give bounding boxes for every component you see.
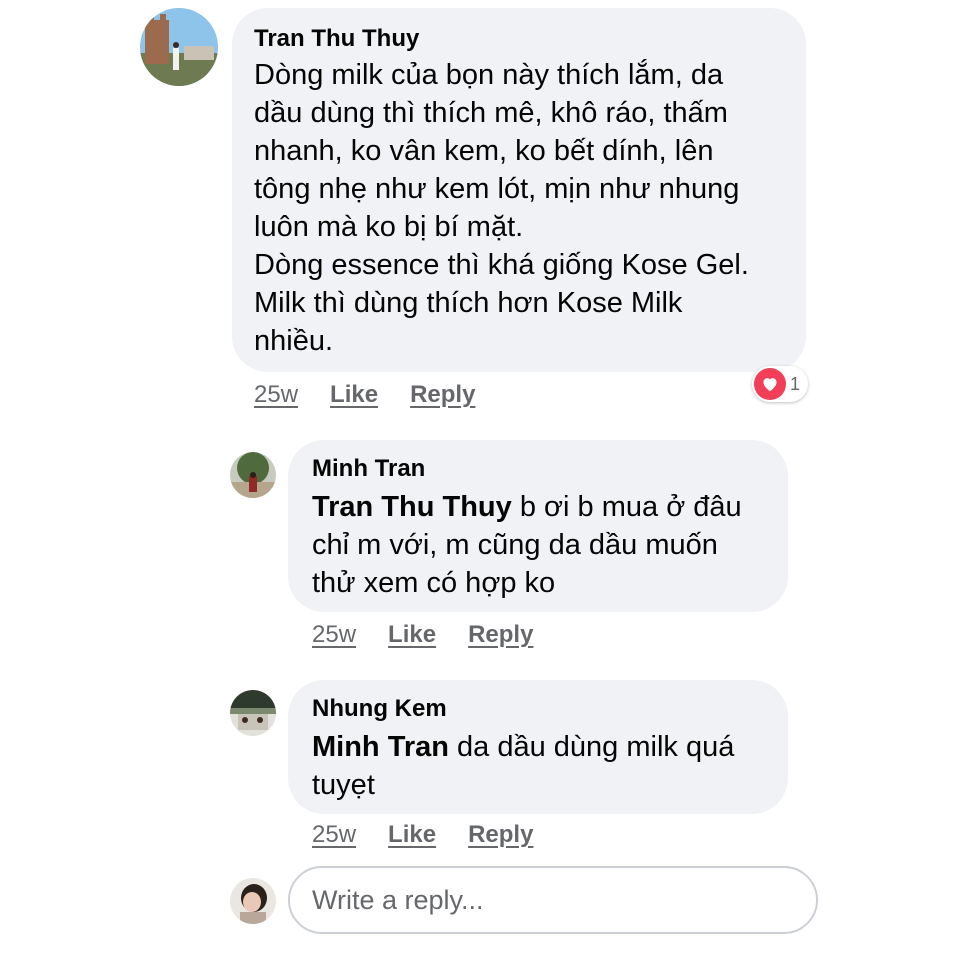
avatar-minh-tran[interactable] — [230, 452, 276, 498]
avatar-photo — [140, 8, 218, 86]
comment-author[interactable]: Tran Thu Thuy — [254, 24, 784, 54]
heart-icon — [754, 368, 786, 400]
avatar-photo — [230, 878, 276, 924]
comment-meta-3: 25w Like Reply — [312, 820, 533, 850]
comment-timestamp[interactable]: 25w — [254, 380, 298, 410]
mention-link[interactable]: Tran Thu Thuy — [312, 491, 512, 523]
mention-link[interactable]: Minh Tran — [312, 731, 449, 763]
reply-button[interactable]: Reply — [410, 380, 475, 410]
reply-placeholder: Write a reply... — [312, 884, 484, 915]
avatar-photo — [230, 690, 276, 736]
like-button[interactable]: Like — [330, 380, 378, 410]
comment-timestamp[interactable]: 25w — [312, 620, 356, 650]
comment-bubble-2: Minh Tran Tran Thu Thuy b ơi b mua ở đâu… — [288, 440, 788, 612]
comment-meta-2: 25w Like Reply — [312, 620, 533, 650]
comment-meta-1: 25w Like Reply — [254, 380, 475, 410]
avatar-tran-thu-thuy[interactable] — [140, 8, 218, 86]
avatar-current-user — [230, 878, 276, 924]
comment-text: Minh Tran da dầu dùng milk quá tuyẹt — [312, 728, 764, 804]
reply-input[interactable]: Write a reply... — [288, 866, 818, 934]
reply-button[interactable]: Reply — [468, 820, 533, 850]
comment-timestamp[interactable]: 25w — [312, 820, 356, 850]
like-button[interactable]: Like — [388, 620, 436, 650]
reaction-count: 1 — [790, 373, 801, 394]
comment-bubble-3: Nhung Kem Minh Tran da dầu dùng milk quá… — [288, 680, 788, 814]
comment-text: Dòng milk của bọn này thích lắm, da dầu … — [254, 59, 749, 357]
comment-bubble-1: Tran Thu Thuy Dòng milk của bọn này thíc… — [232, 8, 806, 372]
comment-text: Tran Thu Thuy b ơi b mua ở đâu chỉ m với… — [312, 488, 764, 602]
comment-author[interactable]: Minh Tran — [312, 454, 764, 484]
reply-button[interactable]: Reply — [468, 620, 533, 650]
reaction-badge[interactable]: 1 — [752, 366, 809, 402]
like-button[interactable]: Like — [388, 820, 436, 850]
comment-author[interactable]: Nhung Kem — [312, 694, 764, 724]
avatar-photo — [230, 452, 276, 498]
avatar-nhung-kem[interactable] — [230, 690, 276, 736]
